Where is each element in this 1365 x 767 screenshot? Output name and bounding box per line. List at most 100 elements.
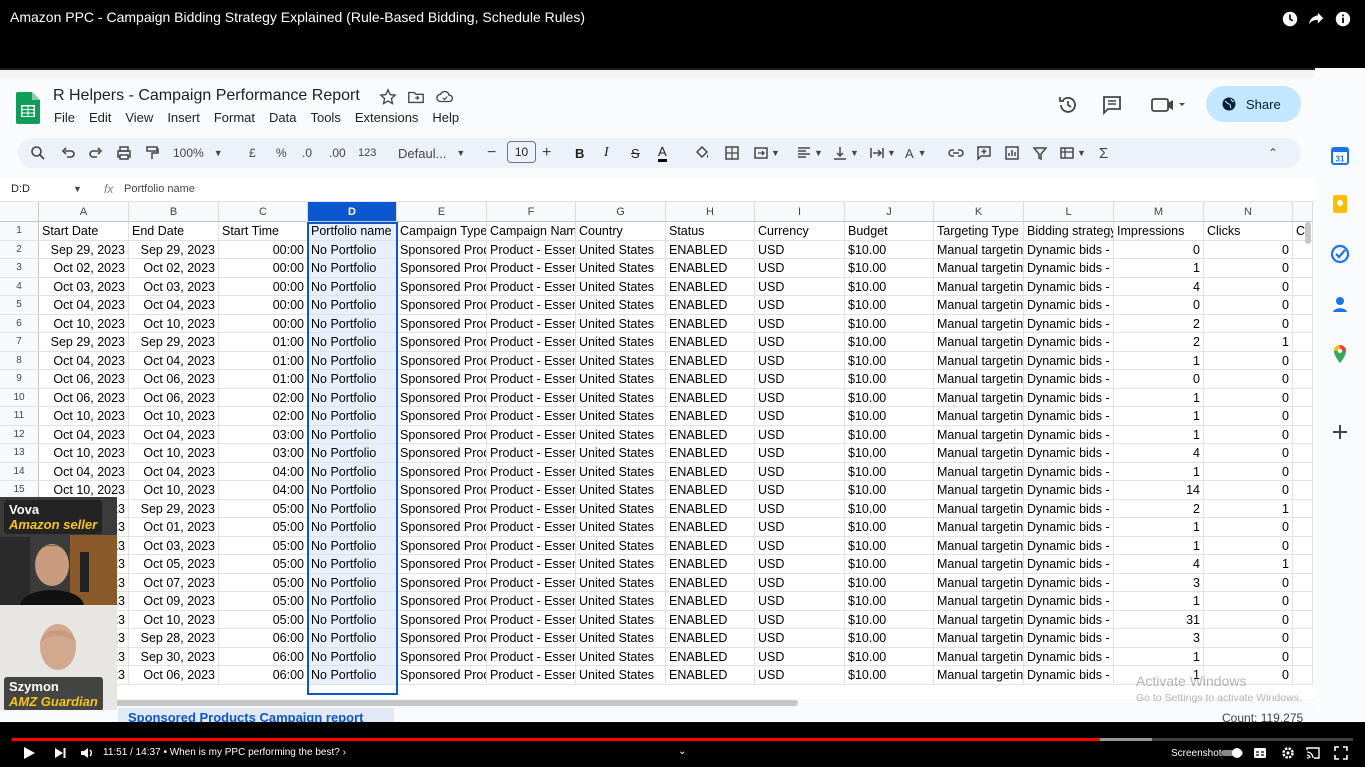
insert-chart-icon[interactable] — [1004, 144, 1020, 162]
table-cell[interactable]: United States — [576, 666, 666, 685]
table-cell[interactable]: Sponsored Prod — [397, 536, 487, 555]
table-cell[interactable]: 00:00 — [219, 277, 308, 296]
table-cell[interactable]: Manual targeting — [934, 259, 1024, 278]
table-cell[interactable]: Sponsored Prod — [397, 610, 487, 629]
table-cell[interactable]: Dynamic bids - d — [1024, 629, 1114, 648]
table-cell[interactable]: Dynamic bids - d — [1024, 444, 1114, 463]
table-cell[interactable]: Manual targeting — [934, 370, 1024, 389]
table-cell[interactable]: USD — [755, 277, 845, 296]
table-cell[interactable]: Manual targeting — [934, 333, 1024, 352]
table-cell[interactable]: USD — [755, 388, 845, 407]
table-cell[interactable] — [1293, 518, 1313, 537]
table-cell[interactable]: No Portfolio — [308, 444, 397, 463]
table-cell[interactable]: Dynamic bids - d — [1024, 259, 1114, 278]
table-cell[interactable]: USD — [755, 573, 845, 592]
table-cell[interactable]: United States — [576, 647, 666, 666]
table-cell[interactable]: 2 — [1114, 314, 1204, 333]
table-cell[interactable]: United States — [576, 388, 666, 407]
settings-icon[interactable] — [1281, 746, 1295, 760]
column-header-b[interactable]: B — [129, 202, 219, 222]
table-cell[interactable]: Product - Essent — [487, 573, 576, 592]
table-cell[interactable]: Dynamic bids - d — [1024, 240, 1114, 259]
horizontal-align-icon[interactable]: ▼ — [796, 144, 823, 162]
table-cell[interactable]: Sponsored Prod — [397, 555, 487, 574]
fill-color-icon[interactable] — [694, 144, 710, 162]
table-cell[interactable]: 1 — [1114, 407, 1204, 426]
table-cell[interactable]: USD — [755, 333, 845, 352]
table-cell[interactable]: ENABLED — [666, 666, 755, 685]
table-cell[interactable]: Sponsored Prod — [397, 444, 487, 463]
table-cell[interactable]: Dynamic bids - d — [1024, 388, 1114, 407]
strikethrough-icon[interactable]: S — [631, 144, 640, 162]
table-cell[interactable]: Dynamic bids - d — [1024, 370, 1114, 389]
table-cell[interactable]: Dynamic bids - d — [1024, 462, 1114, 481]
table-cell[interactable]: 1 — [1114, 351, 1204, 370]
table-cell[interactable]: 02:00 — [219, 388, 308, 407]
table-cell[interactable]: Manual targeting — [934, 647, 1024, 666]
table-cell[interactable]: No Portfolio — [308, 629, 397, 648]
share-button[interactable]: Share — [1206, 86, 1301, 122]
table-cell[interactable]: Oct 03, 2023 — [129, 277, 219, 296]
table-cell[interactable]: Oct 07, 2023 — [129, 573, 219, 592]
table-cell[interactable]: Dynamic bids - d — [1024, 481, 1114, 500]
table-cell[interactable]: 00:00 — [219, 240, 308, 259]
vertical-align-icon[interactable]: ▼ — [832, 144, 859, 162]
table-cell[interactable]: Dynamic bids - d — [1024, 296, 1114, 315]
table-cell[interactable]: United States — [576, 592, 666, 611]
table-cell[interactable]: No Portfolio — [308, 610, 397, 629]
insert-comment-icon[interactable] — [976, 144, 992, 162]
table-cell[interactable]: 05:00 — [219, 573, 308, 592]
table-cell[interactable]: Sponsored Prod — [397, 518, 487, 537]
table-cell[interactable]: 14 — [1114, 481, 1204, 500]
currency-format-button[interactable]: £ — [249, 144, 256, 162]
table-cell[interactable]: Manual targeting — [934, 240, 1024, 259]
table-cell[interactable]: Manual targeting — [934, 314, 1024, 333]
print-icon[interactable] — [116, 144, 132, 162]
table-cell[interactable]: 05:00 — [219, 499, 308, 518]
table-cell[interactable]: ENABLED — [666, 518, 755, 537]
table-cell[interactable]: Product - Essent — [487, 425, 576, 444]
horizontal-scrollbar[interactable] — [44, 700, 798, 706]
table-cell[interactable]: 00:00 — [219, 314, 308, 333]
menu-tools[interactable]: Tools — [310, 110, 348, 125]
table-cell[interactable]: United States — [576, 610, 666, 629]
table-cell[interactable]: 03:00 — [219, 425, 308, 444]
table-cell[interactable]: Product - Essent — [487, 333, 576, 352]
table-cell[interactable]: 1 — [1114, 647, 1204, 666]
table-cell[interactable]: Product - Essent — [487, 462, 576, 481]
table-cell[interactable]: 0 — [1204, 259, 1293, 278]
table-cell[interactable]: ENABLED — [666, 592, 755, 611]
table-cell[interactable]: 0 — [1204, 240, 1293, 259]
screenshot-label[interactable]: Screenshot — [1171, 748, 1222, 759]
header-cell[interactable]: Portfolio name — [308, 222, 397, 241]
header-cell[interactable]: Budget — [845, 222, 934, 241]
table-cell[interactable]: Dynamic bids - d — [1024, 407, 1114, 426]
table-cell[interactable]: Product - Essent — [487, 240, 576, 259]
table-cell[interactable]: Product - Essent — [487, 351, 576, 370]
table-cell[interactable]: Dynamic bids - d — [1024, 666, 1114, 685]
cast-icon[interactable] — [1306, 746, 1320, 760]
table-cell[interactable]: No Portfolio — [308, 259, 397, 278]
table-cell[interactable]: Product - Essent — [487, 444, 576, 463]
table-cell[interactable]: Sponsored Prod — [397, 647, 487, 666]
table-cell[interactable]: USD — [755, 499, 845, 518]
header-cell[interactable]: Bidding strategy — [1024, 222, 1114, 241]
table-cell[interactable]: $10.00 — [845, 296, 934, 315]
table-cell[interactable]: ENABLED — [666, 647, 755, 666]
table-cell[interactable]: Sponsored Prod — [397, 240, 487, 259]
table-cell[interactable]: 03:00 — [219, 444, 308, 463]
table-cell[interactable]: USD — [755, 555, 845, 574]
decrease-font-size-icon[interactable]: − — [487, 144, 496, 162]
table-cell[interactable]: No Portfolio — [308, 481, 397, 500]
table-cell[interactable]: 05:00 — [219, 518, 308, 537]
next-icon[interactable] — [53, 746, 67, 760]
table-cell[interactable]: Oct 01, 2023 — [129, 518, 219, 537]
header-cell[interactable]: Targeting Type — [934, 222, 1024, 241]
row-header[interactable]: 14 — [0, 462, 39, 481]
column-header-d[interactable]: D — [308, 202, 397, 222]
table-cell[interactable]: United States — [576, 555, 666, 574]
table-cell[interactable]: Product - Essent — [487, 666, 576, 685]
table-cell[interactable]: 1 — [1114, 592, 1204, 611]
table-cell[interactable]: $10.00 — [845, 555, 934, 574]
table-cell[interactable]: $10.00 — [845, 481, 934, 500]
